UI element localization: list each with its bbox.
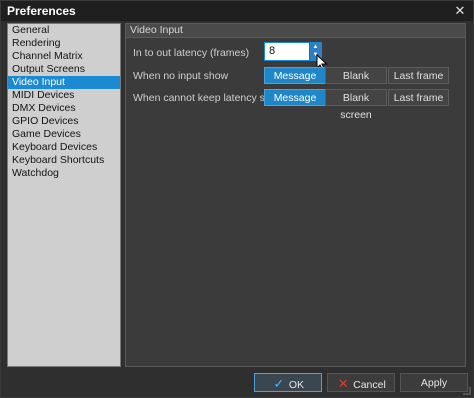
resize-grip[interactable] <box>463 387 471 395</box>
cannot-keep-latency-label: When cannot keep latency show <box>133 92 285 104</box>
dialog-footer: ✓ OK ✕ Cancel Apply <box>1 371 473 397</box>
preferences-window: Preferences ✕ General Rendering Channel … <box>0 0 474 398</box>
close-icon[interactable]: ✕ <box>447 1 473 21</box>
title-bar: Preferences ✕ <box>1 1 473 21</box>
sidebar-item-general[interactable]: General <box>8 24 120 37</box>
sidebar-item-keyboard-devices[interactable]: Keyboard Devices <box>8 141 120 154</box>
group-title: Video Input <box>130 24 183 36</box>
latency-value[interactable]: 8 <box>269 45 275 57</box>
ok-label: OK <box>288 379 305 391</box>
no-input-label: When no input show <box>133 70 229 82</box>
sidebar-item-video-input[interactable]: Video Input <box>8 76 120 89</box>
sidebar-item-midi-devices[interactable]: MIDI Devices <box>8 89 120 102</box>
check-icon: ✓ <box>273 376 285 391</box>
no-input-message-button[interactable]: Message <box>264 67 326 84</box>
spin-up-icon[interactable]: ▲ <box>310 43 321 51</box>
cannot-keep-last-frame-button[interactable]: Last frame <box>388 89 449 106</box>
sidebar-item-output-screens[interactable]: Output Screens <box>8 63 120 76</box>
dialog-content: General Rendering Channel Matrix Output … <box>1 21 473 397</box>
group-header: Video Input <box>126 24 465 38</box>
no-input-blank-screen-button[interactable]: Blank screen <box>325 67 387 99</box>
sidebar-item-rendering[interactable]: Rendering <box>8 37 120 50</box>
cancel-button[interactable]: ✕ Cancel <box>327 373 395 392</box>
window-title: Preferences <box>7 4 76 18</box>
cancel-label: Cancel <box>353 379 386 391</box>
sidebar-item-watchdog[interactable]: Watchdog <box>8 167 120 180</box>
apply-label: Apply <box>420 377 448 389</box>
no-input-last-frame-button[interactable]: Last frame <box>388 67 449 84</box>
sidebar-item-keyboard-shortcuts[interactable]: Keyboard Shortcuts <box>8 154 120 167</box>
cannot-keep-message-button[interactable]: Message <box>264 89 326 106</box>
ok-button[interactable]: ✓ OK <box>254 373 322 392</box>
x-icon: ✕ <box>337 376 349 391</box>
latency-label: In to out latency (frames) <box>133 47 250 59</box>
latency-spinbox[interactable]: 8 ▲ ▼ <box>264 42 322 61</box>
video-input-panel: Video Input In to out latency (frames) 8… <box>125 23 466 367</box>
cannot-keep-blank-screen-button[interactable]: Blank screen <box>325 89 387 121</box>
sidebar-item-dmx-devices[interactable]: DMX Devices <box>8 102 120 115</box>
sidebar-item-gpio-devices[interactable]: GPIO Devices <box>8 115 120 128</box>
category-list[interactable]: General Rendering Channel Matrix Output … <box>7 23 121 367</box>
sidebar-item-game-devices[interactable]: Game Devices <box>8 128 120 141</box>
apply-button[interactable]: Apply <box>400 373 468 392</box>
sidebar-item-channel-matrix[interactable]: Channel Matrix <box>8 50 120 63</box>
